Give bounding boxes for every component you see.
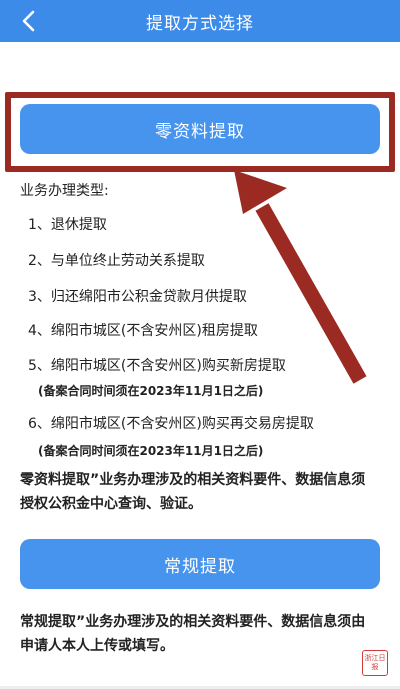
back-button[interactable] bbox=[14, 7, 42, 35]
arrow-head bbox=[234, 170, 287, 214]
chevron-left-icon bbox=[22, 10, 35, 32]
business-item-new-house: 5、绵阳市城区(不含安州区)购买新房提取 bbox=[28, 358, 286, 374]
highlight-box bbox=[5, 92, 395, 172]
business-note-resale-house: (备案合同时间须在2023年11月1日之后) bbox=[38, 444, 264, 458]
business-item-loan-repayment: 3、归还绵阳市公积金贷款月供提取 bbox=[28, 289, 247, 305]
business-item-resale-house: 6、绵阳市城区(不含安州区)购买再交易房提取 bbox=[28, 416, 314, 432]
business-type-label: 业务办理类型: bbox=[20, 183, 109, 199]
page-title: 提取方式选择 bbox=[146, 13, 254, 34]
watermark-stamp: 浙江日报 bbox=[362, 650, 388, 676]
regular-withdrawal-button[interactable]: 常规提取 bbox=[20, 539, 380, 589]
regular-description: 常规提取”业务办理涉及的相关资料要件、数据信息须由申请人本人上传或填写。 bbox=[20, 614, 366, 654]
app-header: 提取方式选择 bbox=[0, 0, 400, 42]
business-item-rent: 4、绵阳市城区(不含安州区)租房提取 bbox=[28, 323, 258, 339]
business-item-termination: 2、与单位终止劳动关系提取 bbox=[28, 253, 205, 269]
business-item-retirement: 1、退休提取 bbox=[28, 217, 107, 233]
zero-docs-description: 零资料提取”业务办理涉及的相关资料要件、数据信息须授权公积金中心查询、验证。 bbox=[20, 472, 366, 512]
business-note-new-house: (备案合同时间须在2023年11月1日之后) bbox=[38, 384, 264, 398]
